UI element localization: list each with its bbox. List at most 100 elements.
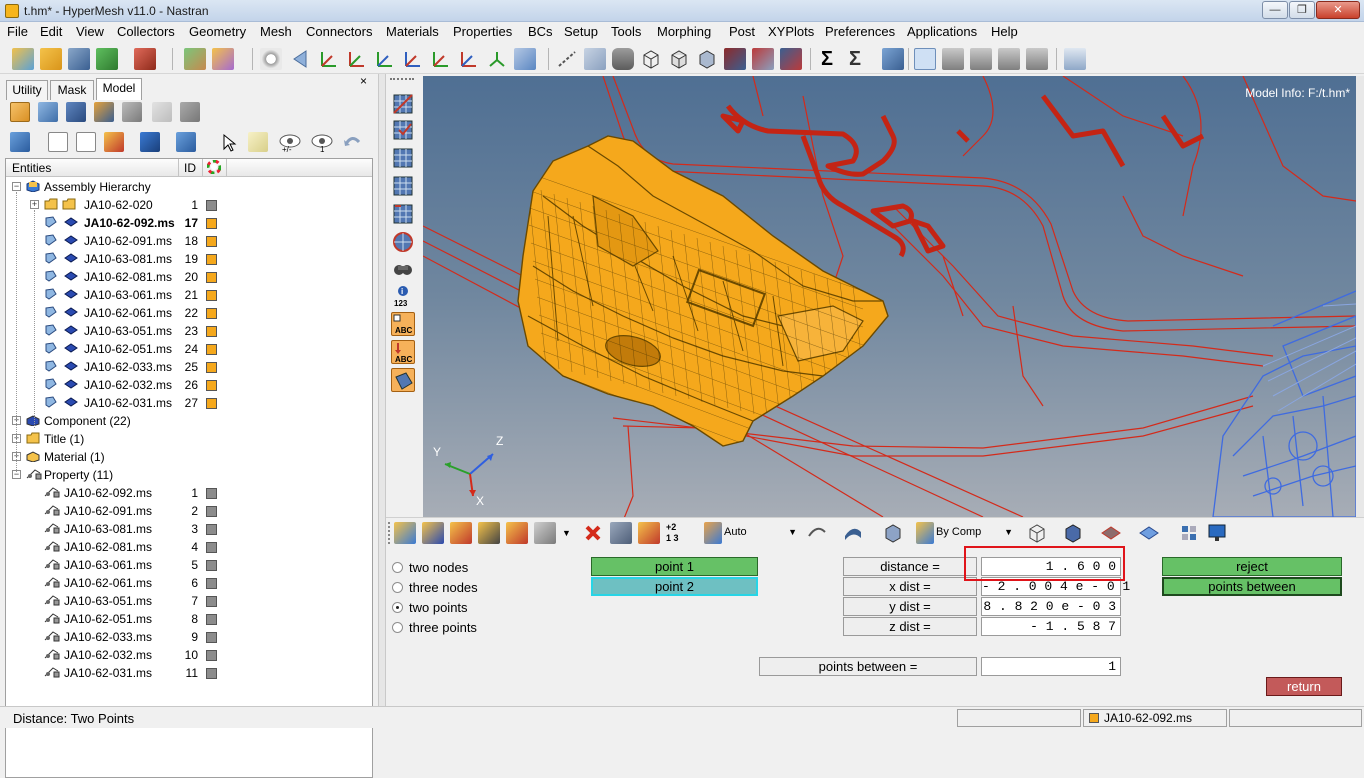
expand-all-icon[interactable] <box>10 132 30 152</box>
menu-applications[interactable]: Applications <box>907 24 977 39</box>
tree-property-row[interactable]: JA10-62-032.ms 10 <box>6 646 372 664</box>
color-swatch[interactable] <box>206 218 217 229</box>
tree-title-group[interactable]: + Title (1) <box>6 430 372 448</box>
graphics-viewport[interactable]: Model Info: F:/t.hm* Z Y X <box>423 76 1356 517</box>
cursor-icon[interactable] <box>218 132 238 152</box>
model-browser-icon[interactable] <box>212 48 234 70</box>
tab-mask[interactable]: Mask <box>50 80 94 100</box>
menu-preferences[interactable]: Preferences <box>825 24 895 39</box>
color-swatch[interactable] <box>206 254 217 265</box>
geometry-color-icon[interactable] <box>806 522 828 544</box>
mask-elements-icon[interactable] <box>391 118 415 142</box>
tree-property-row[interactable]: JA10-62-051.ms 8 <box>6 610 372 628</box>
reverse-mask-icon[interactable] <box>391 202 415 226</box>
open-file-icon[interactable] <box>40 48 62 70</box>
display-systems-icon[interactable] <box>478 522 500 544</box>
expand-toggle-icon[interactable]: + <box>30 200 39 209</box>
grid-options-icon[interactable] <box>1178 522 1200 544</box>
hide-elements-icon[interactable] <box>391 92 415 116</box>
renumber-icon[interactable]: +2 1 3 <box>666 522 688 544</box>
menu-materials[interactable]: Materials <box>386 24 439 39</box>
hidden-line-cube-icon[interactable] <box>668 48 690 70</box>
view-axis-3-icon[interactable] <box>374 48 396 70</box>
isometric-view-icon[interactable] <box>486 48 508 70</box>
load-collector-icon[interactable] <box>122 102 142 122</box>
close-window-button[interactable]: ✕ <box>1316 1 1360 19</box>
tree-property-group[interactable]: − Property (11) <box>6 466 372 484</box>
previous-view-icon[interactable] <box>290 48 312 70</box>
view-axis-1-icon[interactable] <box>318 48 340 70</box>
find-icon[interactable] <box>638 522 660 544</box>
shaded-cube-icon[interactable] <box>696 48 718 70</box>
tree-component-row[interactable]: JA10-62-033.ms 25 <box>6 358 372 376</box>
tree-property-row[interactable]: JA10-63-061.ms 5 <box>6 556 372 574</box>
clear-temp-nodes-icon[interactable] <box>610 522 632 544</box>
tab-model[interactable]: Model <box>96 78 142 100</box>
color-swatch[interactable] <box>206 668 217 679</box>
isolate-icon[interactable] <box>248 132 268 152</box>
wireframe-cube-icon[interactable] <box>640 48 662 70</box>
color-swatch[interactable] <box>206 488 217 499</box>
color-swatch[interactable] <box>206 398 217 409</box>
monitor-icon[interactable] <box>1206 522 1228 544</box>
layout-single-icon[interactable] <box>914 48 936 70</box>
display-options-icon[interactable] <box>534 522 556 544</box>
view-axis-6-icon[interactable] <box>458 48 480 70</box>
feature-lines-icon[interactable] <box>1100 522 1122 544</box>
tree-expand-icon[interactable] <box>76 132 96 152</box>
tree-property-row[interactable]: JA10-63-051.ms 7 <box>6 592 372 610</box>
export-icon[interactable] <box>134 48 156 70</box>
menu-properties[interactable]: Properties <box>453 24 512 39</box>
user-profile-icon[interactable] <box>184 48 206 70</box>
display-loads-icon[interactable] <box>450 522 472 544</box>
expand-toggle-icon[interactable]: − <box>12 182 21 191</box>
menu-morphing[interactable]: Morphing <box>657 24 711 39</box>
color-swatch[interactable] <box>206 578 217 589</box>
color-swatch[interactable] <box>206 650 217 661</box>
tree-component-row[interactable]: JA10-63-061.ms 21 <box>6 286 372 304</box>
restore-button[interactable]: ❐ <box>1289 1 1315 19</box>
color-mode-dropdown[interactable]: By Comp ▼ <box>916 523 1016 543</box>
color-swatch[interactable] <box>206 614 217 625</box>
window-settings-icon[interactable] <box>1064 48 1086 70</box>
element-display-dropdown[interactable]: Auto ▼ <box>704 523 800 543</box>
menu-mesh[interactable]: Mesh <box>260 24 292 39</box>
color-swatch[interactable] <box>206 308 217 319</box>
color-swatch[interactable] <box>206 596 217 607</box>
point1-selector[interactable]: point 1 <box>591 557 758 576</box>
tab-utility[interactable]: Utility <box>6 80 48 100</box>
shaded-mesh-cube-icon[interactable] <box>1062 522 1084 544</box>
view-axis-4-icon[interactable] <box>402 48 424 70</box>
tree-property-row[interactable]: JA10-63-081.ms 3 <box>6 520 372 538</box>
element-view-icon[interactable] <box>66 102 86 122</box>
layout-two-icon[interactable] <box>942 48 964 70</box>
tree-property-row[interactable]: JA10-62-031.ms 11 <box>6 664 372 682</box>
filter-icon[interactable] <box>104 132 124 152</box>
label-abc-icon[interactable]: ABC <box>391 312 415 336</box>
column-entities[interactable]: Entities <box>12 161 51 175</box>
find-attached-icon[interactable] <box>391 230 415 254</box>
minimize-button[interactable]: — <box>1262 1 1288 19</box>
tree-component-row[interactable]: JA10-62-081.ms 20 <box>6 268 372 286</box>
tree-property-row[interactable]: JA10-62-061.ms 6 <box>6 574 372 592</box>
tree-component-row[interactable]: JA10-62-092.ms 17 <box>6 214 372 232</box>
color-swatch[interactable] <box>206 380 217 391</box>
show-hide-eye-icon[interactable]: +/- <box>278 132 301 154</box>
tree-component-row[interactable]: JA10-62-031.ms 27 <box>6 394 372 412</box>
panel-close-icon[interactable]: × <box>360 74 367 88</box>
color-swatch[interactable] <box>206 344 217 355</box>
color-swatch[interactable] <box>206 236 217 247</box>
entity-tree[interactable]: Entities ID − Assembly Hierarchy + JA10-62-… <box>5 158 373 778</box>
component-view-icon[interactable] <box>10 102 30 122</box>
sum-icon[interactable]: Σ <box>816 48 838 70</box>
view-axis-2-icon[interactable] <box>346 48 368 70</box>
display-elements-icon[interactable] <box>422 522 444 544</box>
cylinder-icon[interactable] <box>612 48 634 70</box>
tree-property-row[interactable]: JA10-62-081.ms 4 <box>6 538 372 556</box>
transparency-icon[interactable] <box>1138 522 1160 544</box>
delete-icon[interactable] <box>582 522 604 544</box>
show-all-elements-icon[interactable] <box>391 174 415 198</box>
zoom-icon[interactable] <box>260 48 282 70</box>
system-view-icon[interactable] <box>180 102 200 122</box>
component-list-icon[interactable] <box>94 102 114 122</box>
